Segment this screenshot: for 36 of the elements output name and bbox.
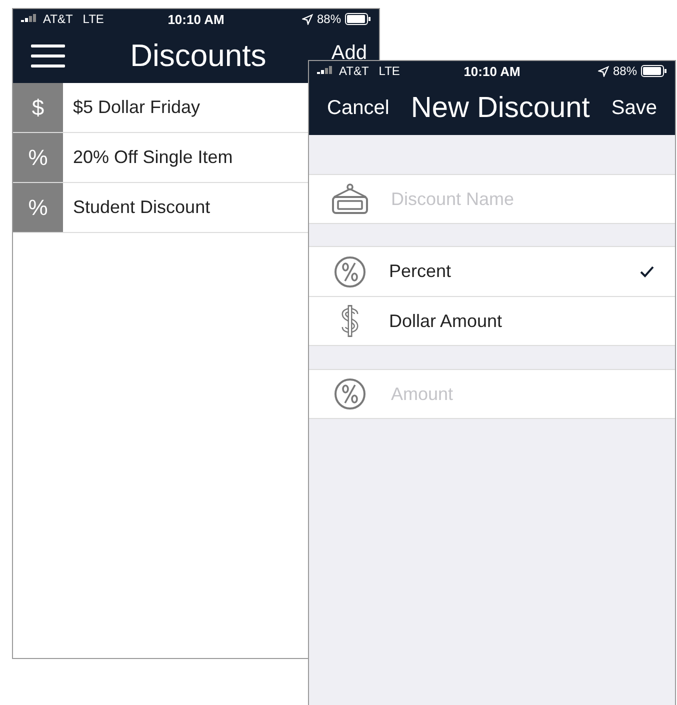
discount-type-option[interactable]: Dollar Amount (309, 296, 675, 346)
carrier-label: AT&T (339, 64, 369, 78)
discount-type-option[interactable]: Percent (309, 246, 675, 296)
percent-circle-icon (334, 378, 366, 410)
carrier-label: AT&T (43, 12, 73, 26)
status-time: 10:10 AM (168, 12, 224, 26)
screen-title: Discounts (130, 40, 266, 72)
amount-input[interactable]: Amount (389, 382, 655, 406)
discount-type-symbol: $ (13, 83, 63, 132)
location-arrow-icon (302, 14, 313, 24)
discount-name: $5 Dollar Friday (72, 97, 200, 118)
battery-icon (641, 65, 668, 77)
save-button[interactable]: Save (611, 96, 658, 120)
signal-icon (317, 66, 335, 76)
percent-circle-icon (334, 256, 366, 288)
status-time: 10:10 AM (464, 64, 520, 78)
discount-type-label: Percent (389, 261, 452, 282)
add-button[interactable]: Add (331, 43, 368, 63)
battery-percent: 88% (316, 12, 342, 26)
screen-title: New Discount (410, 92, 590, 124)
menu-icon[interactable] (31, 44, 65, 68)
network-label: LTE (378, 64, 400, 78)
discount-name-input[interactable]: Discount Name (389, 188, 655, 210)
discount-name: 20% Off Single Item (72, 147, 233, 168)
discount-name-field[interactable]: Discount Name (309, 174, 675, 224)
amount-field[interactable]: Amount (309, 369, 675, 419)
discount-type-symbol: % (13, 183, 63, 232)
network-label: LTE (82, 12, 104, 26)
discount-type-label: Dollar Amount (389, 310, 504, 332)
battery-icon (345, 13, 372, 25)
discount-name: Student Discount (72, 197, 210, 218)
signal-icon (21, 14, 39, 24)
discount-type-symbol: % (13, 133, 63, 182)
battery-percent: 88% (612, 64, 638, 78)
location-arrow-icon (598, 66, 609, 76)
hanging-sign-icon (331, 183, 369, 215)
